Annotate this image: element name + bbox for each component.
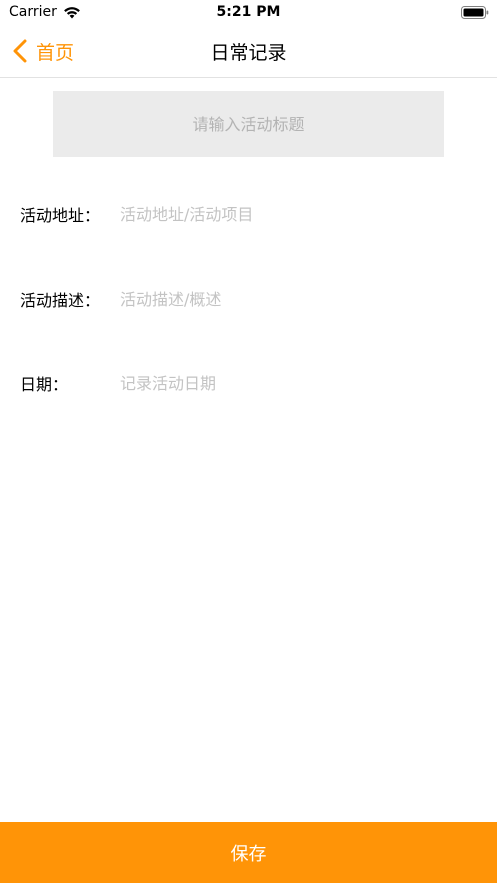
status-time: 5:21 PM — [216, 4, 281, 20]
status-bar: Carrier 5:21 PM — [0, 0, 497, 26]
save-label: 保存 — [230, 843, 267, 865]
description-row: 活动描述： — [20, 285, 480, 313]
battery-icon — [461, 6, 489, 19]
description-input[interactable] — [120, 285, 480, 313]
date-input[interactable] — [120, 369, 480, 397]
date-label: 日期： — [20, 375, 69, 394]
date-row: 日期： — [20, 369, 480, 397]
address-input[interactable] — [120, 200, 480, 228]
address-label: 活动地址： — [20, 206, 101, 225]
screen: Carrier 5:21 PM 首页 日常记录 活动地址： — [0, 0, 497, 883]
page-title: 日常记录 — [210, 42, 287, 64]
description-label: 活动描述： — [20, 291, 101, 310]
activity-title-input[interactable] — [53, 91, 444, 157]
save-button[interactable]: 保存 — [0, 822, 497, 883]
address-row: 活动地址： — [20, 200, 480, 228]
nav-bar: 首页 日常记录 — [0, 26, 497, 78]
